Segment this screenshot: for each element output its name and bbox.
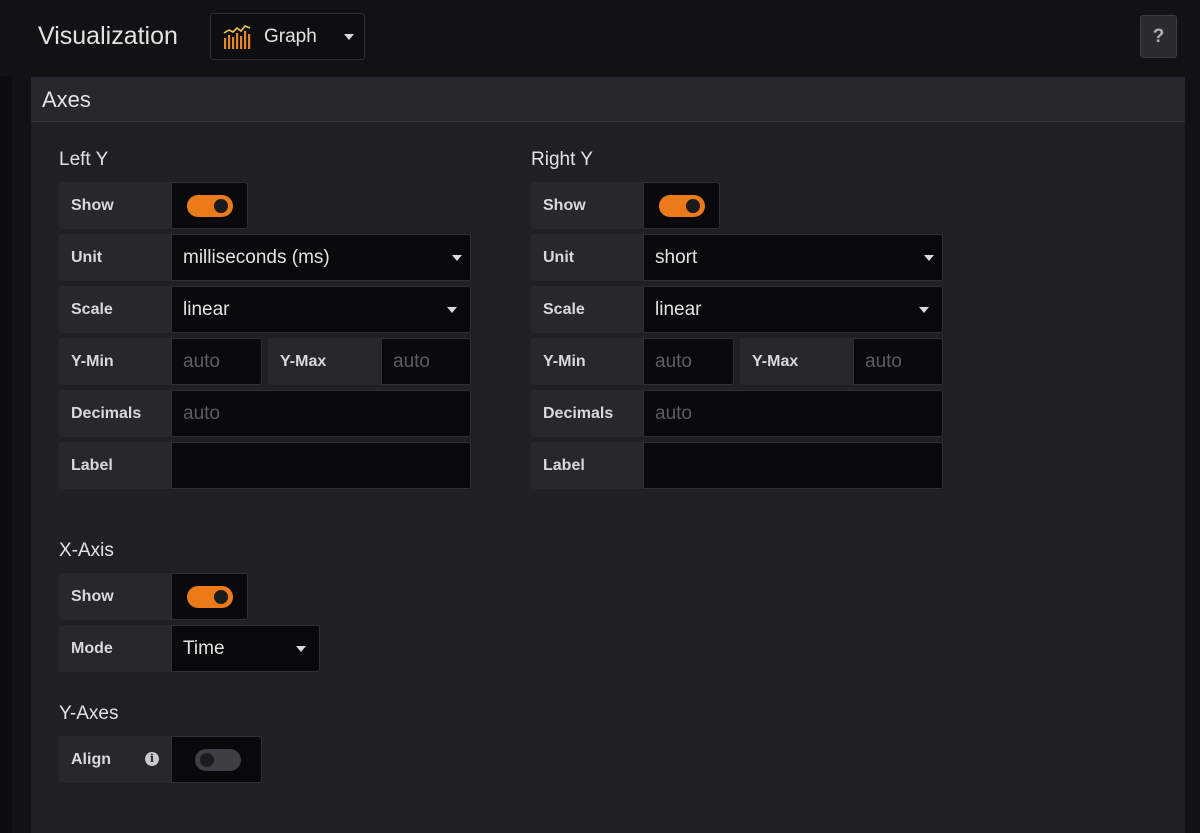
left-y-unit-label: Unit bbox=[59, 234, 171, 281]
chevron-down-icon bbox=[919, 307, 929, 313]
left-y-scale-select[interactable]: linear bbox=[171, 286, 471, 333]
chevron-down-icon bbox=[296, 646, 306, 652]
visualization-title: Visualization bbox=[38, 22, 178, 50]
toggle-switch-icon bbox=[187, 195, 233, 217]
right-y-unit-value: short bbox=[655, 247, 698, 268]
top-bar bbox=[0, 0, 1200, 76]
axes-panel: Axes Left Y Show Unit milliseconds (ms) … bbox=[31, 77, 1185, 833]
axes-panel-title: Axes bbox=[42, 87, 91, 112]
help-button[interactable]: ? bbox=[1140, 15, 1177, 58]
toggle-switch-icon bbox=[187, 586, 233, 608]
left-y-show-label: Show bbox=[59, 182, 171, 229]
x-axis-mode-select[interactable]: Time bbox=[171, 625, 320, 672]
left-y-label-label: Label bbox=[59, 442, 171, 489]
chevron-down-icon bbox=[447, 307, 457, 313]
left-strip bbox=[0, 76, 12, 833]
left-y-unit-value: milliseconds (ms) bbox=[183, 247, 330, 268]
left-y-decimals-label: Decimals bbox=[59, 390, 171, 437]
right-y-scale-label: Scale bbox=[531, 286, 643, 333]
left-y-title: Left Y bbox=[59, 149, 109, 170]
right-y-decimals-label: Decimals bbox=[531, 390, 643, 437]
y-axes-align-toggle[interactable] bbox=[171, 736, 262, 783]
axes-panel-header[interactable]: Axes bbox=[31, 77, 1185, 122]
visualization-picker[interactable]: Graph bbox=[210, 13, 365, 60]
graph-icon bbox=[223, 24, 253, 55]
x-axis-mode-label: Mode bbox=[59, 625, 171, 672]
visualization-type-label: Graph bbox=[264, 26, 317, 47]
left-y-decimals-input[interactable]: auto bbox=[171, 390, 471, 437]
chevron-down-icon bbox=[452, 255, 462, 261]
chevron-down-icon bbox=[344, 34, 354, 40]
left-y-scale-value: linear bbox=[183, 299, 230, 320]
x-axis-mode-value: Time bbox=[183, 638, 225, 659]
right-y-scale-select[interactable]: linear bbox=[643, 286, 943, 333]
right-y-show-toggle[interactable] bbox=[643, 182, 720, 229]
left-y-unit-select[interactable]: milliseconds (ms) bbox=[171, 234, 471, 281]
left-y-label-input[interactable] bbox=[171, 442, 471, 489]
y-axes-align-label: Align i bbox=[59, 736, 171, 783]
y-axes-align-text: Align bbox=[71, 751, 111, 768]
x-axis-show-label: Show bbox=[59, 573, 171, 620]
left-y-ymax-label: Y-Max bbox=[268, 338, 381, 385]
right-y-scale-value: linear bbox=[655, 299, 702, 320]
x-axis-show-toggle[interactable] bbox=[171, 573, 248, 620]
right-y-title: Right Y bbox=[531, 149, 593, 170]
right-y-unit-label: Unit bbox=[531, 234, 643, 281]
left-y-ymin-label: Y-Min bbox=[59, 338, 171, 385]
right-y-decimals-input[interactable]: auto bbox=[643, 390, 943, 437]
left-y-ymax-input[interactable]: auto bbox=[381, 338, 471, 385]
right-y-label-label: Label bbox=[531, 442, 643, 489]
right-y-ymin-input[interactable]: auto bbox=[643, 338, 734, 385]
left-y-scale-label: Scale bbox=[59, 286, 171, 333]
right-y-ymax-input[interactable]: auto bbox=[853, 338, 943, 385]
toggle-switch-icon bbox=[659, 195, 705, 217]
x-axis-title: X-Axis bbox=[59, 540, 114, 561]
right-y-ymax-label: Y-Max bbox=[740, 338, 853, 385]
info-icon[interactable]: i bbox=[145, 752, 159, 766]
right-y-unit-select[interactable]: short bbox=[643, 234, 943, 281]
right-y-ymin-label: Y-Min bbox=[531, 338, 643, 385]
y-axes-title: Y-Axes bbox=[59, 703, 119, 724]
left-y-ymin-input[interactable]: auto bbox=[171, 338, 262, 385]
left-y-show-toggle[interactable] bbox=[171, 182, 248, 229]
right-y-show-label: Show bbox=[531, 182, 643, 229]
chevron-down-icon bbox=[924, 255, 934, 261]
right-y-label-input[interactable] bbox=[643, 442, 943, 489]
toggle-switch-icon bbox=[195, 749, 241, 771]
